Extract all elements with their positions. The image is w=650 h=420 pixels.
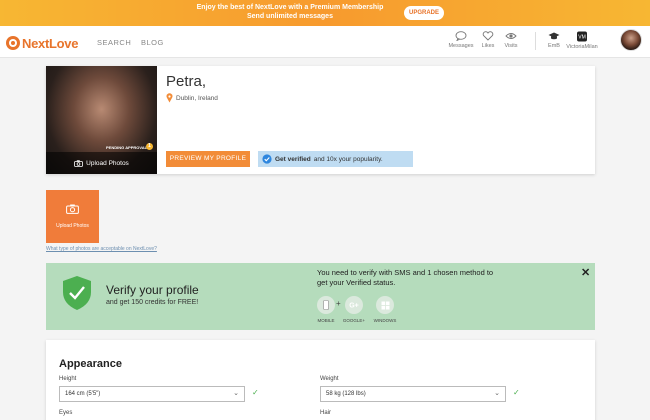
promo-banner: Enjoy the best of NextLove with a Premiu…: [0, 0, 650, 26]
profile-photo[interactable]: PENDING APPROVAL 1 Upload Photos: [46, 66, 157, 174]
chevron-down-icon: ⌄: [233, 390, 239, 397]
eye-icon: [505, 33, 517, 39]
promo-line-1: Enjoy the best of NextLove with a Premiu…: [196, 4, 384, 11]
verify-option-windows-label: WINDOWS: [373, 318, 397, 323]
top-header: NextLove SEARCH BLOG Messages Likes Visi…: [0, 26, 650, 58]
appearance-title: Appearance: [59, 358, 122, 370]
google-plus-icon: G+: [349, 303, 359, 310]
vm-badge-icon: VM: [577, 31, 587, 42]
windows-icon: [381, 301, 389, 309]
nav-likes-label: Likes: [481, 43, 495, 49]
heart-icon: [482, 31, 494, 41]
verify-option-mobile-label: MOBILE: [317, 318, 335, 323]
location-pin-icon: [166, 93, 173, 103]
camera-icon: [66, 204, 79, 214]
svg-text:G+: G+: [349, 303, 359, 310]
logo-icon: [6, 36, 20, 50]
pending-approval-label: PENDING APPROVAL: [106, 145, 148, 150]
verify-subtitle: and get 150 credits for FREE!: [106, 299, 199, 306]
nav-user-victoriamilan-label: VictoriaMilan: [566, 44, 598, 50]
get-verified-bold: Get verified: [275, 155, 311, 163]
shield-check-icon: [63, 276, 91, 310]
nav-search[interactable]: SEARCH: [97, 38, 131, 47]
promo-line-2: Send unlimited messages: [247, 13, 333, 20]
svg-text:VM: VM: [578, 35, 586, 41]
check-circle-icon: [262, 154, 272, 164]
camera-icon: [74, 159, 84, 167]
weight-value: 58 kg (128 lbs): [326, 391, 366, 397]
profile-name: Petra,: [166, 73, 207, 90]
nav-visits-label: Visits: [504, 43, 518, 49]
weight-check-icon: ✓: [513, 388, 520, 397]
verify-option-googleplus-label: GOOGLE+: [342, 318, 366, 323]
get-verified-strip[interactable]: Get verified and 10x your popularity.: [258, 151, 413, 167]
acceptable-photos-link[interactable]: What type of photos are acceptable on Ne…: [46, 246, 157, 252]
upload-tile-label: Upload Photos: [56, 223, 89, 229]
chevron-down-icon: ⌄: [494, 390, 500, 397]
hair-label: Hair: [320, 410, 332, 416]
preview-profile-button[interactable]: PREVIEW MY PROFILE: [166, 151, 250, 167]
nav-blog[interactable]: BLOG: [141, 38, 164, 47]
upload-photos-label: Upload Photos: [86, 159, 129, 167]
pending-count-badge: 1: [146, 143, 153, 150]
nav-visits[interactable]: Visits: [498, 31, 524, 49]
nav-user-victoriamilan[interactable]: VM VictoriaMilan: [566, 31, 598, 50]
verify-description: You need to verify with SMS and 1 chosen…: [317, 268, 494, 287]
verify-option-googleplus[interactable]: G+ GOOGLE+: [342, 296, 366, 323]
close-icon[interactable]: ✕: [581, 266, 590, 279]
verify-option-mobile[interactable]: MOBILE: [314, 296, 338, 323]
logo[interactable]: NextLove: [6, 35, 78, 51]
verify-banner: Verify your profile and get 150 credits …: [46, 263, 595, 330]
mobile-phone-icon: [323, 300, 329, 310]
profile-location-text: Dublin, Ireland: [176, 94, 218, 102]
verify-title: Verify your profile: [106, 283, 199, 297]
nav-user-emb-label: EmB: [548, 43, 560, 49]
weight-label: Weight: [320, 376, 339, 382]
get-verified-rest: and 10x your popularity.: [313, 155, 383, 163]
height-value: 164 cm (5'5"): [65, 391, 101, 397]
upgrade-button[interactable]: UPGRADE: [404, 6, 444, 20]
height-label: Height: [59, 376, 77, 382]
profile-card: PENDING APPROVAL 1 Upload Photos Petra, …: [46, 66, 595, 174]
plus-sign: +: [336, 299, 341, 308]
verify-option-windows[interactable]: WINDOWS: [373, 296, 397, 323]
upload-photos-tile[interactable]: Upload Photos: [46, 190, 99, 243]
upload-photos-bar[interactable]: Upload Photos: [46, 152, 157, 174]
avatar[interactable]: [620, 29, 642, 51]
height-check-icon: ✓: [252, 388, 259, 397]
logo-text: NextLove: [22, 35, 79, 51]
height-select[interactable]: 164 cm (5'5") ⌄: [59, 386, 245, 402]
header-divider: [535, 32, 536, 50]
chat-icon: [455, 31, 467, 41]
nav-messages-label: Messages: [448, 43, 474, 49]
nav-messages[interactable]: Messages: [448, 31, 474, 49]
eyes-label: Eyes: [59, 410, 73, 416]
weight-select[interactable]: 58 kg (128 lbs) ⌄: [320, 386, 506, 402]
graduation-cap-icon: [548, 32, 560, 40]
appearance-section: Appearance Height 164 cm (5'5") ⌄ ✓ Weig…: [46, 340, 595, 420]
profile-location: Dublin, Ireland: [166, 93, 218, 103]
nav-user-emb[interactable]: EmB: [541, 31, 567, 49]
